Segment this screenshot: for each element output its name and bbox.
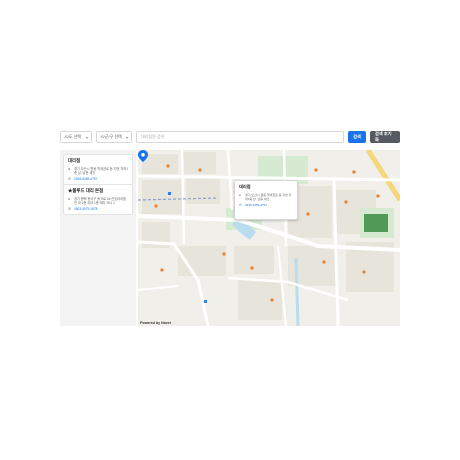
map-attribution: Powered by Naver <box>140 321 172 325</box>
popup-store-name: 대리점 <box>239 184 251 189</box>
map-view[interactable]: 대리점 ● 경기 오산시 원동 역세권로 등 지번 지하1층 남, 남층 새인 … <box>138 150 400 326</box>
search-toolbar: 시/도 선택 ▾ 시/군/구 선택 ▾ 대리점명 검색 검색 검색 초기화 <box>60 128 400 146</box>
chevron-down-icon: ▾ <box>85 134 88 140</box>
store-phone: 0503-3579-1878 <box>74 207 98 211</box>
store-address-row: ● 경기 평택 동삭구 동삭로 2a 산호대리점 전 대 2층 공대 1층 테라… <box>68 197 128 205</box>
district-select-label: 시/군/구 선택 <box>100 134 122 139</box>
store-name: 대리점 <box>68 158 81 163</box>
store-location-marker[interactable] <box>138 150 148 162</box>
phone-icon: ✆ <box>68 207 71 211</box>
province-select[interactable]: 시/도 선택 ▾ <box>60 131 92 143</box>
store-name: ★블루드 대리 본점 <box>68 188 104 193</box>
store-phone-row[interactable]: ✆ 0503-3579-1878 <box>68 207 128 211</box>
search-button[interactable]: 검색 <box>348 131 366 143</box>
popup-phone: 0345-6459-4767 <box>245 202 268 207</box>
store-address-row: ● 경기 오산시 원동 역세권로 등 지번 지하1층 남, 남층 새인 <box>68 167 128 175</box>
province-select-label: 시/도 선택 <box>64 134 81 139</box>
chevron-down-icon: ▾ <box>125 134 128 140</box>
map-canvas <box>138 150 400 326</box>
store-card[interactable]: ★블루드 대리 본점 ● 경기 평택 동삭구 동삭로 2a 산호대리점 전 대 … <box>63 184 133 215</box>
store-address: 경기 평택 동삭구 동삭로 2a 산호대리점 전 대 2층 공대 1층 테라 코… <box>74 197 126 205</box>
store-phone: 0345-6459-4767 <box>74 177 98 181</box>
popup-address: 경기 오산시 원동 역세권로 등 지번 지하1층 남, 남층 새인 <box>245 193 292 201</box>
store-list: 대리점 ● 경기 오산시 원동 역세권로 등 지번 지하1층 남, 남층 새인 … <box>60 150 136 326</box>
phone-icon: ✆ <box>68 177 71 181</box>
popup-address-row: ● 경기 오산시 원동 역세권로 등 지번 지하1층 남, 남층 새인 <box>239 193 293 202</box>
search-input[interactable]: 대리점명 검색 <box>136 131 344 143</box>
sports-field <box>364 214 388 232</box>
search-input-placeholder: 대리점명 검색 <box>141 134 165 139</box>
store-phone-row[interactable]: ✆ 0345-6459-4767 <box>68 177 128 181</box>
store-locator: 시/도 선택 ▾ 시/군/구 선택 ▾ 대리점명 검색 검색 검색 초기화 대리… <box>60 128 400 326</box>
popup-phone-row[interactable]: ✆ 0345-6459-4767 <box>239 202 293 208</box>
reset-search-button[interactable]: 검색 초기화 <box>370 131 400 143</box>
district-select[interactable]: 시/군/구 선택 ▾ <box>96 131 132 143</box>
location-pin-icon: ● <box>68 167 71 171</box>
store-card[interactable]: 대리점 ● 경기 오산시 원동 역세권로 등 지번 지하1층 남, 남층 새인 … <box>63 154 133 185</box>
location-pin-icon: ● <box>68 197 71 201</box>
stream <box>294 257 300 326</box>
phone-icon: ✆ <box>239 202 242 207</box>
store-address: 경기 오산시 원동 역세권로 등 지번 지하1층 남, 남층 새인 <box>74 167 129 175</box>
store-info-popup[interactable]: 대리점 ● 경기 오산시 원동 역세권로 등 지번 지하1층 남, 남층 새인 … <box>234 180 298 220</box>
location-pin-icon: ● <box>239 193 241 197</box>
